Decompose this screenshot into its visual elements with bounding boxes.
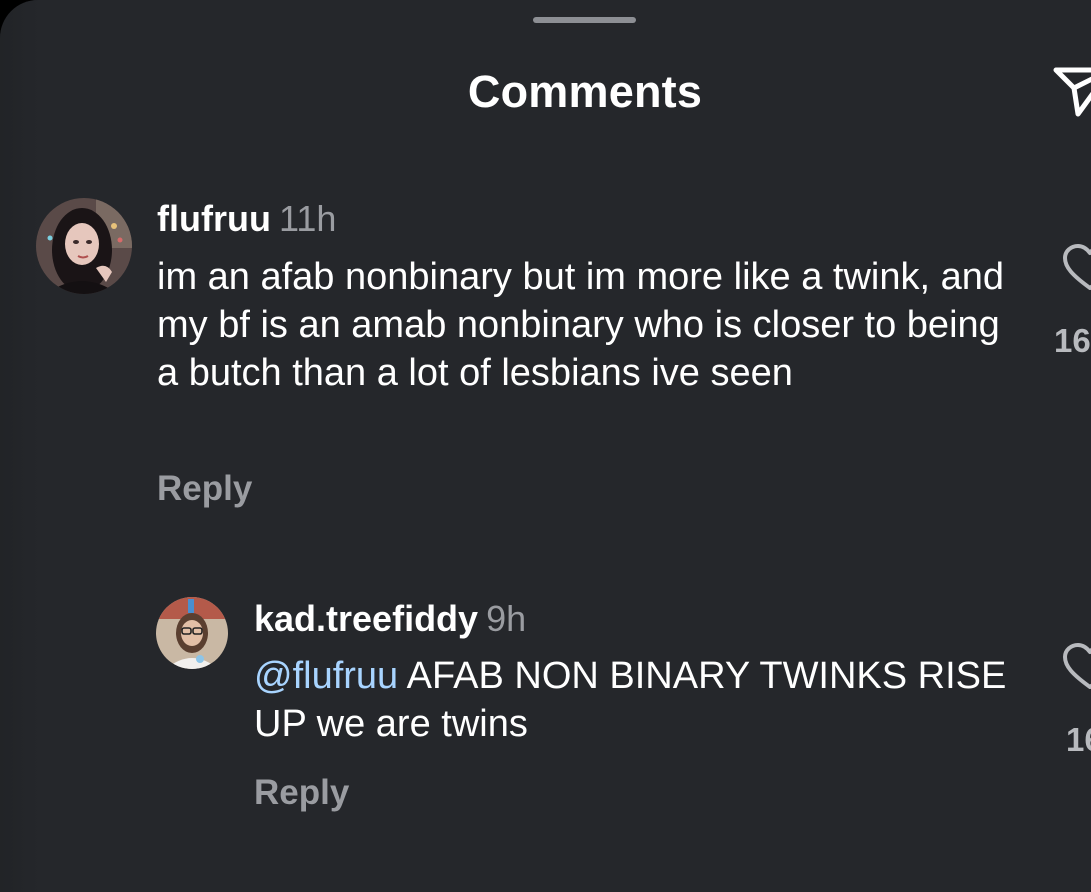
user-mention[interactable]: @flufruu bbox=[254, 655, 398, 697]
comment-text: @flufruu AFAB NON BINARY TWINKS RISE UP … bbox=[254, 652, 1014, 748]
comment-header: kad.treefiddy 9h bbox=[254, 598, 526, 640]
avatar[interactable] bbox=[156, 597, 228, 669]
reply-button[interactable]: Reply bbox=[157, 469, 252, 509]
sheet-grabber[interactable] bbox=[533, 17, 636, 23]
comment-text: im an afab nonbinary but im more like a … bbox=[157, 256, 1004, 394]
comment-timestamp: 9h bbox=[486, 598, 527, 639]
comment-timestamp: 11h bbox=[278, 198, 337, 239]
comment-header: flufruu 11h bbox=[157, 198, 336, 240]
share-icon[interactable] bbox=[1052, 58, 1091, 118]
like-count: 16 bbox=[1066, 721, 1091, 758]
comment-username[interactable]: flufruu bbox=[157, 198, 271, 239]
avatar[interactable] bbox=[36, 198, 132, 294]
heart-outline-icon[interactable] bbox=[1062, 244, 1091, 292]
comments-sheet: Comments flufruu 11h im an afab nonbinary… bbox=[0, 0, 1091, 892]
reply-button[interactable]: Reply bbox=[254, 773, 349, 813]
like-count: 16 bbox=[1054, 322, 1091, 359]
comment-username[interactable]: kad.treefiddy bbox=[254, 598, 478, 639]
heart-outline-icon[interactable] bbox=[1062, 643, 1091, 691]
page-title: Comments bbox=[467, 66, 703, 117]
